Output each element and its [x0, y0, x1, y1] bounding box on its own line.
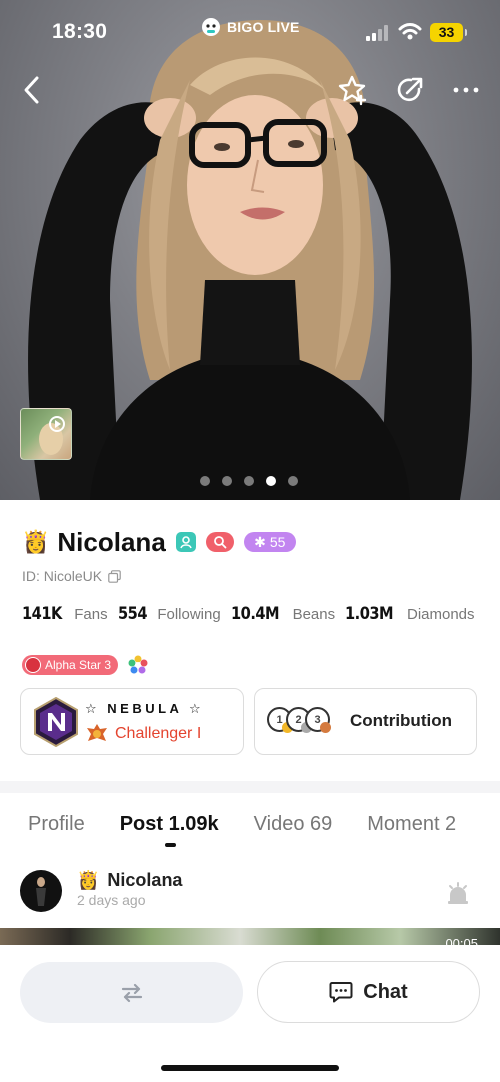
pager-dot-active[interactable] — [266, 476, 276, 486]
wifi-icon — [398, 23, 422, 40]
following-count[interactable]: 554 — [118, 604, 147, 624]
share-button[interactable] — [390, 70, 430, 110]
user-id: ID: NicoleUK — [22, 568, 103, 584]
rank-title: ☆ NEBULA ☆ — [85, 701, 205, 716]
contributor-medal-3: 3 — [305, 707, 331, 733]
badges-row: Alpha Star 3 — [22, 655, 148, 675]
profile-name-row: 👸 Nicolana ✱ 55 — [22, 526, 306, 558]
alpha-star-badge[interactable]: Alpha Star 3 — [22, 655, 119, 675]
chat-label: Chat — [363, 980, 408, 1003]
status-bar: 18:30 BIGO LIVE 33 — [0, 0, 500, 64]
pager-dot[interactable] — [222, 476, 232, 486]
post-author-avatar[interactable] — [20, 870, 62, 912]
back-icon — [24, 76, 39, 104]
tab-moment[interactable]: Moment 2 — [367, 813, 467, 836]
gallery-pager — [200, 476, 298, 486]
profile-photo-gallery[interactable]: 18:30 BIGO LIVE 33 — [0, 0, 500, 500]
chat-bubble-icon — [329, 982, 353, 1003]
top-contributors: 1 2 3 — [267, 707, 331, 733]
profile-stats: 141K Fans 554 Following 10.4M Beans 1.03… — [22, 604, 479, 624]
level-value: 55 — [269, 534, 286, 550]
favorite-star-icon — [338, 75, 367, 106]
pager-dot[interactable] — [200, 476, 210, 486]
fans-count[interactable]: 141K — [22, 604, 62, 624]
play-icon — [39, 416, 65, 455]
post-timestamp: 2 days ago — [77, 892, 146, 908]
challenger-emblem-icon — [87, 724, 107, 741]
person-icon — [180, 536, 192, 549]
alpha-star-label: Alpha Star 3 — [45, 658, 112, 672]
rank-card[interactable]: ☆ NEBULA ☆ Challenger I — [20, 688, 244, 755]
gender-badge — [175, 532, 196, 552]
level-star-icon: ✱ — [254, 533, 266, 550]
contribution-label: Contribution — [350, 711, 452, 730]
video-thumbnail[interactable] — [20, 408, 72, 460]
beans-count: 10.4M — [230, 604, 280, 624]
brand-logo: BIGO LIVE — [200, 16, 300, 38]
post-author-row: 👸 Nicolana — [77, 870, 182, 891]
tab-post[interactable]: Post 1.09k — [120, 813, 219, 847]
nebula-rank-icon — [34, 697, 78, 747]
user-id-row: ID: NicoleUK — [22, 568, 121, 584]
profile-name: Nicolana — [57, 526, 166, 557]
post-author-name[interactable]: Nicolana — [107, 870, 182, 891]
swap-arrows-icon — [121, 983, 142, 1002]
home-indicator — [161, 1065, 339, 1071]
copy-icon[interactable] — [108, 569, 121, 583]
pager-dot[interactable] — [244, 476, 254, 486]
section-divider — [0, 781, 500, 793]
search-badge — [205, 532, 234, 552]
beans-label: Beans — [292, 606, 336, 623]
avatar-image — [36, 877, 46, 906]
more-icon — [453, 87, 479, 93]
signal-icon — [366, 25, 388, 41]
tab-video[interactable]: Video 69 — [254, 813, 333, 836]
alarm-icon[interactable] — [446, 882, 470, 904]
tab-profile[interactable]: Profile — [28, 813, 85, 836]
colorful-flower-icon[interactable] — [128, 655, 148, 675]
more-options-button[interactable] — [446, 70, 486, 110]
status-time: 18:30 — [52, 20, 108, 43]
bottom-action-bar: Chat — [0, 945, 500, 1082]
crown-emoji: 👸 — [22, 529, 50, 554]
content-tabs: Profile Post 1.09k Video 69 Moment 2 — [28, 813, 467, 847]
post-author-crown: 👸 — [77, 870, 100, 890]
rank-tier: Challenger I — [85, 723, 201, 745]
share-icon — [397, 77, 423, 102]
battery-indicator: 33 — [430, 23, 467, 42]
search-user-icon — [213, 536, 227, 549]
back-button[interactable] — [12, 70, 52, 110]
chat-button[interactable]: Chat — [257, 961, 480, 1023]
follow-favorite-button[interactable] — [333, 70, 373, 110]
alpha-emblem-icon — [25, 657, 41, 673]
bigo-mascot-icon — [202, 18, 220, 36]
diamonds-label: Diamonds — [406, 606, 475, 623]
swap-button[interactable] — [20, 962, 243, 1023]
diamonds-count: 1.03M — [345, 604, 394, 624]
rank-tier-label: Challenger I — [115, 725, 202, 742]
brand-name: BIGO LIVE — [227, 19, 300, 35]
level-badge: ✱ 55 — [243, 532, 296, 552]
bronze-medal-icon — [320, 722, 331, 733]
fans-label[interactable]: Fans — [74, 606, 107, 623]
pager-dot[interactable] — [288, 476, 298, 486]
following-label[interactable]: Following — [157, 606, 220, 623]
contribution-card[interactable]: 1 2 3 Contribution — [254, 688, 477, 755]
